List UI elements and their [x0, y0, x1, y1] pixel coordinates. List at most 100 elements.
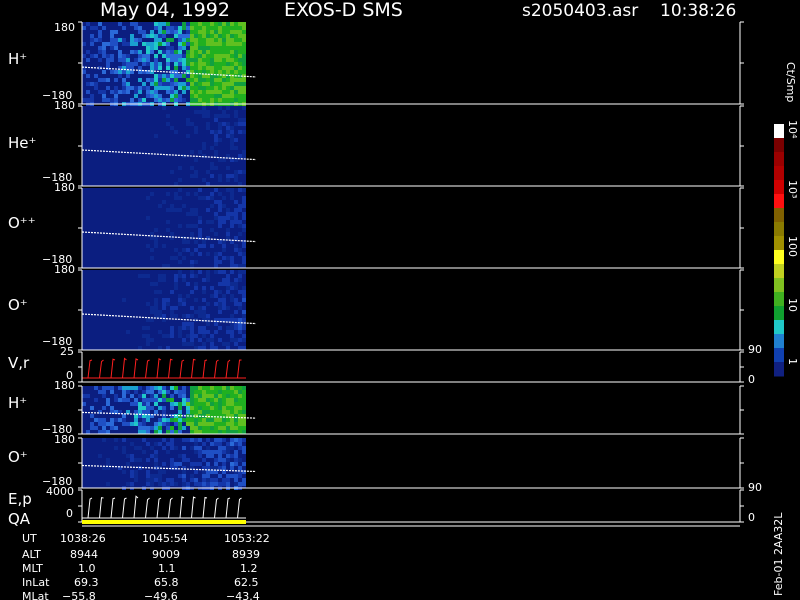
heatmap-cell: [154, 310, 158, 314]
heatmap-cell: [238, 398, 242, 402]
heatmap-cell: [130, 386, 134, 390]
heatmap-cell: [230, 90, 234, 94]
heatmap-cell: [98, 50, 102, 54]
heatmap-cell: [166, 114, 170, 118]
colorbar-swatch: [774, 250, 784, 265]
heatmap-cell: [238, 90, 242, 94]
heatmap-cell: [150, 90, 154, 94]
heatmap-cell: [154, 98, 158, 102]
heatmap-cell: [226, 342, 230, 346]
heatmap-cell: [226, 90, 230, 94]
heatmap-cell: [230, 78, 234, 82]
heatmap-cell: [230, 402, 234, 406]
heatmap-cell: [142, 58, 146, 62]
heatmap-cell: [214, 422, 218, 426]
heatmap-cell: [194, 26, 198, 30]
heatmap-cell: [206, 450, 210, 454]
heatmap-cell: [222, 90, 226, 94]
heatmap-cell: [178, 260, 182, 264]
heatmap-cell: [110, 30, 114, 34]
heatmap-cell: [234, 282, 238, 286]
heatmap-cell: [134, 94, 138, 98]
heatmap-cell: [222, 450, 226, 454]
heatmap-cell: [146, 334, 150, 338]
heatmap-cell: [230, 294, 234, 298]
heatmap-cell: [210, 46, 214, 50]
heatmap-cell: [142, 82, 146, 86]
heatmap-cell: [230, 192, 234, 196]
heatmap-cell: [210, 166, 214, 170]
heatmap-cell: [238, 208, 242, 212]
heatmap-cell: [234, 264, 238, 268]
qa-bar: [82, 520, 246, 524]
heatmap-cell: [94, 38, 98, 42]
heatmap-cell: [82, 402, 86, 406]
heatmap-cell: [222, 462, 226, 466]
heatmap-cell: [98, 390, 102, 394]
heatmap-cell: [138, 38, 142, 42]
heatmap-cell: [202, 42, 206, 46]
heatmap-cell: [170, 94, 174, 98]
tick-h-top: 180: [54, 21, 75, 34]
heatmap-cell: [230, 394, 234, 398]
colorbar-swatch: [774, 166, 784, 181]
heatmap-cell: [206, 42, 210, 46]
heatmap-cell: [170, 58, 174, 62]
heatmap-cell: [178, 50, 182, 54]
heatmap-cell: [146, 86, 150, 90]
heatmap-cell: [242, 318, 246, 322]
heatmap-cell: [218, 174, 222, 178]
heatmap-cell: [182, 22, 186, 26]
heatmap-cell: [210, 34, 214, 38]
heatmap-cell: [226, 450, 230, 454]
heatmap-cell: [206, 170, 210, 174]
heatmap-cell: [218, 158, 222, 162]
heatmap-cell: [170, 50, 174, 54]
heatmap-cell: [178, 418, 182, 422]
heatmap-cell: [126, 454, 130, 458]
orbit-cell-mlat-1: −55.8: [62, 591, 96, 600]
heatmap-cell: [206, 110, 210, 114]
heatmap-cell: [178, 54, 182, 58]
heatmap-cell: [190, 78, 194, 82]
heatmap-cell: [174, 66, 178, 70]
heatmap-cell: [238, 22, 242, 26]
heatmap-cell: [134, 386, 138, 390]
heatmap-cell: [174, 274, 178, 278]
heatmap-cell: [146, 58, 150, 62]
heatmap-cell: [174, 58, 178, 62]
heatmap-cell: [182, 438, 186, 442]
heatmap-cell: [218, 220, 222, 224]
heatmap-cell: [158, 398, 162, 402]
heatmap-cell: [238, 170, 242, 174]
heatmap-cell: [210, 426, 214, 430]
heatmap-cell: [222, 66, 226, 70]
heatmap-cell: [146, 42, 150, 46]
heatmap-cell: [198, 454, 202, 458]
heatmap-cell: [242, 58, 246, 62]
heatmap-cell: [190, 46, 194, 50]
heatmap-cell: [190, 74, 194, 78]
heatmap-cell: [154, 282, 158, 286]
heatmap-cell: [206, 34, 210, 38]
heatmap-cell: [166, 58, 170, 62]
heatmap-cell: [146, 410, 150, 414]
heatmap-cell: [218, 252, 222, 256]
heatmap-cell: [182, 454, 186, 458]
header-instrument: EXOS-D SMS: [284, 0, 403, 21]
heatmap-cell: [226, 114, 230, 118]
heatmap-cell: [230, 130, 234, 134]
heatmap-cell: [110, 386, 114, 390]
heatmap-cell: [202, 450, 206, 454]
heatmap-cell: [218, 302, 222, 306]
heatmap-cell: [162, 394, 166, 398]
heatmap-cell: [162, 298, 166, 302]
heatmap-cell: [234, 208, 238, 212]
heatmap-cell: [238, 42, 242, 46]
heatmap-cell: [198, 54, 202, 58]
heatmap-cell: [214, 462, 218, 466]
heatmap-cell: [126, 482, 130, 486]
heatmap-cell: [190, 274, 194, 278]
heatmap-cell: [178, 98, 182, 102]
heatmap-cell: [218, 54, 222, 58]
